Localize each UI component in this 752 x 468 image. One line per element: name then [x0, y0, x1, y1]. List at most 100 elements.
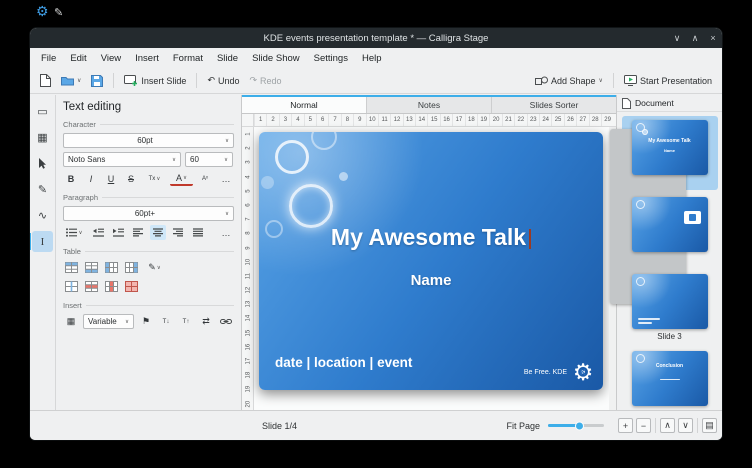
ruler-number: 20: [489, 114, 501, 126]
menu-item[interactable]: Help: [355, 49, 389, 67]
font-size-select[interactable]: 60 ∨: [185, 152, 233, 167]
strikethrough-button[interactable]: S: [123, 171, 139, 186]
indent-more-button[interactable]: [110, 225, 126, 240]
paragraph-style-select[interactable]: 60pt+ ∨: [63, 206, 234, 221]
underline-button[interactable]: U: [103, 171, 119, 186]
tab-normal[interactable]: Normal: [242, 97, 366, 113]
menu-item[interactable]: Insert: [128, 49, 166, 67]
bold-button[interactable]: B: [63, 171, 79, 186]
minimize-button[interactable]: ∨: [668, 28, 686, 48]
superscript-button[interactable]: Aˣ: [197, 171, 213, 186]
menu-item[interactable]: File: [34, 49, 63, 67]
redo-button[interactable]: ↷ Redo: [246, 73, 286, 89]
start-presentation-button[interactable]: Start Presentation: [620, 72, 716, 89]
text-color-button[interactable]: A ∨: [170, 171, 193, 186]
insert-row-below-button[interactable]: [83, 260, 99, 275]
insert-row-above-button[interactable]: [63, 260, 79, 275]
menu-item[interactable]: Settings: [307, 49, 355, 67]
menu-item[interactable]: Slide Show: [245, 49, 307, 67]
insert-column-left-button[interactable]: [103, 260, 119, 275]
character-style-select[interactable]: 60pt ∨: [63, 133, 234, 148]
save-icon: [91, 75, 103, 87]
undo-button[interactable]: ↶ Undo: [203, 73, 243, 89]
flag-icon: ⚑: [142, 316, 150, 327]
table-border-pen-button[interactable]: ✎ ∨: [143, 260, 166, 275]
slide-branding[interactable]: Be Free. KDE ⚙ K: [524, 360, 595, 384]
add-shape-button[interactable]: Add Shape ∨: [531, 72, 607, 89]
tab-notes[interactable]: Notes: [366, 97, 491, 113]
canvas-scrollbar[interactable]: [609, 127, 616, 410]
pen-tool-button[interactable]: ✎: [32, 179, 53, 200]
insert-table-button[interactable]: ▦: [63, 314, 79, 329]
font-family-select[interactable]: Noto Sans ∨: [63, 152, 181, 167]
add-slide-button[interactable]: +: [618, 418, 633, 433]
insert-footnote-button[interactable]: T↓: [158, 314, 174, 329]
slide-thumbnail-4[interactable]: Conclusion Slide 4: [622, 347, 718, 410]
split-cells-button[interactable]: [63, 279, 79, 294]
ruler-number: 1: [242, 129, 254, 140]
paragraph-more-button[interactable]: …: [218, 225, 234, 240]
slide-canvas[interactable]: My Awesome Talk Name date | location | e…: [254, 127, 616, 410]
remove-slide-button[interactable]: −: [636, 418, 651, 433]
close-button[interactable]: ×: [704, 28, 722, 48]
slide-thumbnail-3[interactable]: Slide 3: [622, 270, 718, 344]
menu-item[interactable]: Edit: [63, 49, 93, 67]
variable-select[interactable]: Variable ∨: [83, 314, 134, 329]
slide-subtitle-textbox[interactable]: Name: [259, 272, 603, 289]
slide-footer-textbox[interactable]: date | location | event: [275, 355, 412, 370]
maximize-button[interactable]: ∧: [686, 28, 704, 48]
text-tool-button[interactable]: I: [32, 231, 53, 252]
view-mode-button[interactable]: ▤: [702, 418, 717, 433]
delete-column-button[interactable]: [103, 279, 119, 294]
menu-item[interactable]: View: [94, 49, 128, 67]
save-button[interactable]: [87, 72, 107, 90]
swap-button[interactable]: ⇄: [198, 314, 214, 329]
pen-icon: ✎: [148, 262, 156, 273]
zoom-mode-label[interactable]: Fit Page: [506, 421, 540, 431]
insert-endnote-button[interactable]: T↑: [178, 314, 194, 329]
character-more-button[interactable]: …: [218, 171, 234, 186]
italic-button[interactable]: I: [83, 171, 99, 186]
kde-logo: ⚙ K: [571, 360, 595, 384]
pen-icon[interactable]: ✎: [54, 6, 63, 19]
delete-table-button[interactable]: [123, 279, 139, 294]
window-title: KDE events presentation template * — Cal…: [30, 33, 722, 44]
align-left-button[interactable]: [130, 225, 146, 240]
move-slide-down-button[interactable]: ∨: [678, 418, 693, 433]
zoom-slider-handle[interactable]: [575, 421, 584, 430]
select-tool-button[interactable]: [32, 153, 53, 174]
slide-editing-area[interactable]: My Awesome Talk Name date | location | e…: [259, 132, 603, 390]
delete-row-button[interactable]: [83, 279, 99, 294]
slide-title-textbox[interactable]: My Awesome Talk: [259, 224, 603, 251]
shape-tool-button[interactable]: ▭: [32, 101, 53, 122]
ruler-number: 11: [242, 270, 254, 281]
change-case-button[interactable]: Tx ∨: [143, 171, 166, 186]
kde-logo-icon[interactable]: ⚙: [36, 3, 49, 20]
align-left-icon: [133, 228, 144, 237]
menu-item[interactable]: Format: [166, 49, 210, 67]
hyperlink-button[interactable]: [218, 314, 234, 329]
align-right-button[interactable]: [170, 225, 186, 240]
align-justify-button[interactable]: [190, 225, 206, 240]
shape-icon: ▭: [37, 105, 47, 118]
table-tool-button[interactable]: ▦: [32, 127, 53, 148]
color-icon: A: [176, 173, 182, 183]
tab-slides-sorter[interactable]: Slides Sorter: [491, 97, 616, 113]
move-slide-up-button[interactable]: ∧: [660, 418, 675, 433]
insert-slide-button[interactable]: Insert Slide: [120, 72, 190, 90]
indent-less-button[interactable]: [90, 225, 106, 240]
text-cursor-icon: I: [41, 236, 45, 248]
bubble-decoration: [636, 277, 645, 286]
open-button[interactable]: ∨: [57, 72, 85, 89]
calligraphy-tool-button[interactable]: ∿: [32, 205, 53, 226]
ruler-number: 6: [242, 200, 254, 211]
zoom-slider[interactable]: [548, 424, 604, 427]
bookmark-button[interactable]: ⚑: [138, 314, 154, 329]
insert-column-right-button[interactable]: [123, 260, 139, 275]
menu-item[interactable]: Slide: [210, 49, 245, 67]
list-style-button[interactable]: ∨: [63, 225, 86, 240]
align-center-button[interactable]: [150, 225, 166, 240]
redo-label: Redo: [260, 76, 282, 86]
new-document-button[interactable]: [36, 71, 55, 90]
slide-title-text: My Awesome Talk: [331, 224, 526, 250]
